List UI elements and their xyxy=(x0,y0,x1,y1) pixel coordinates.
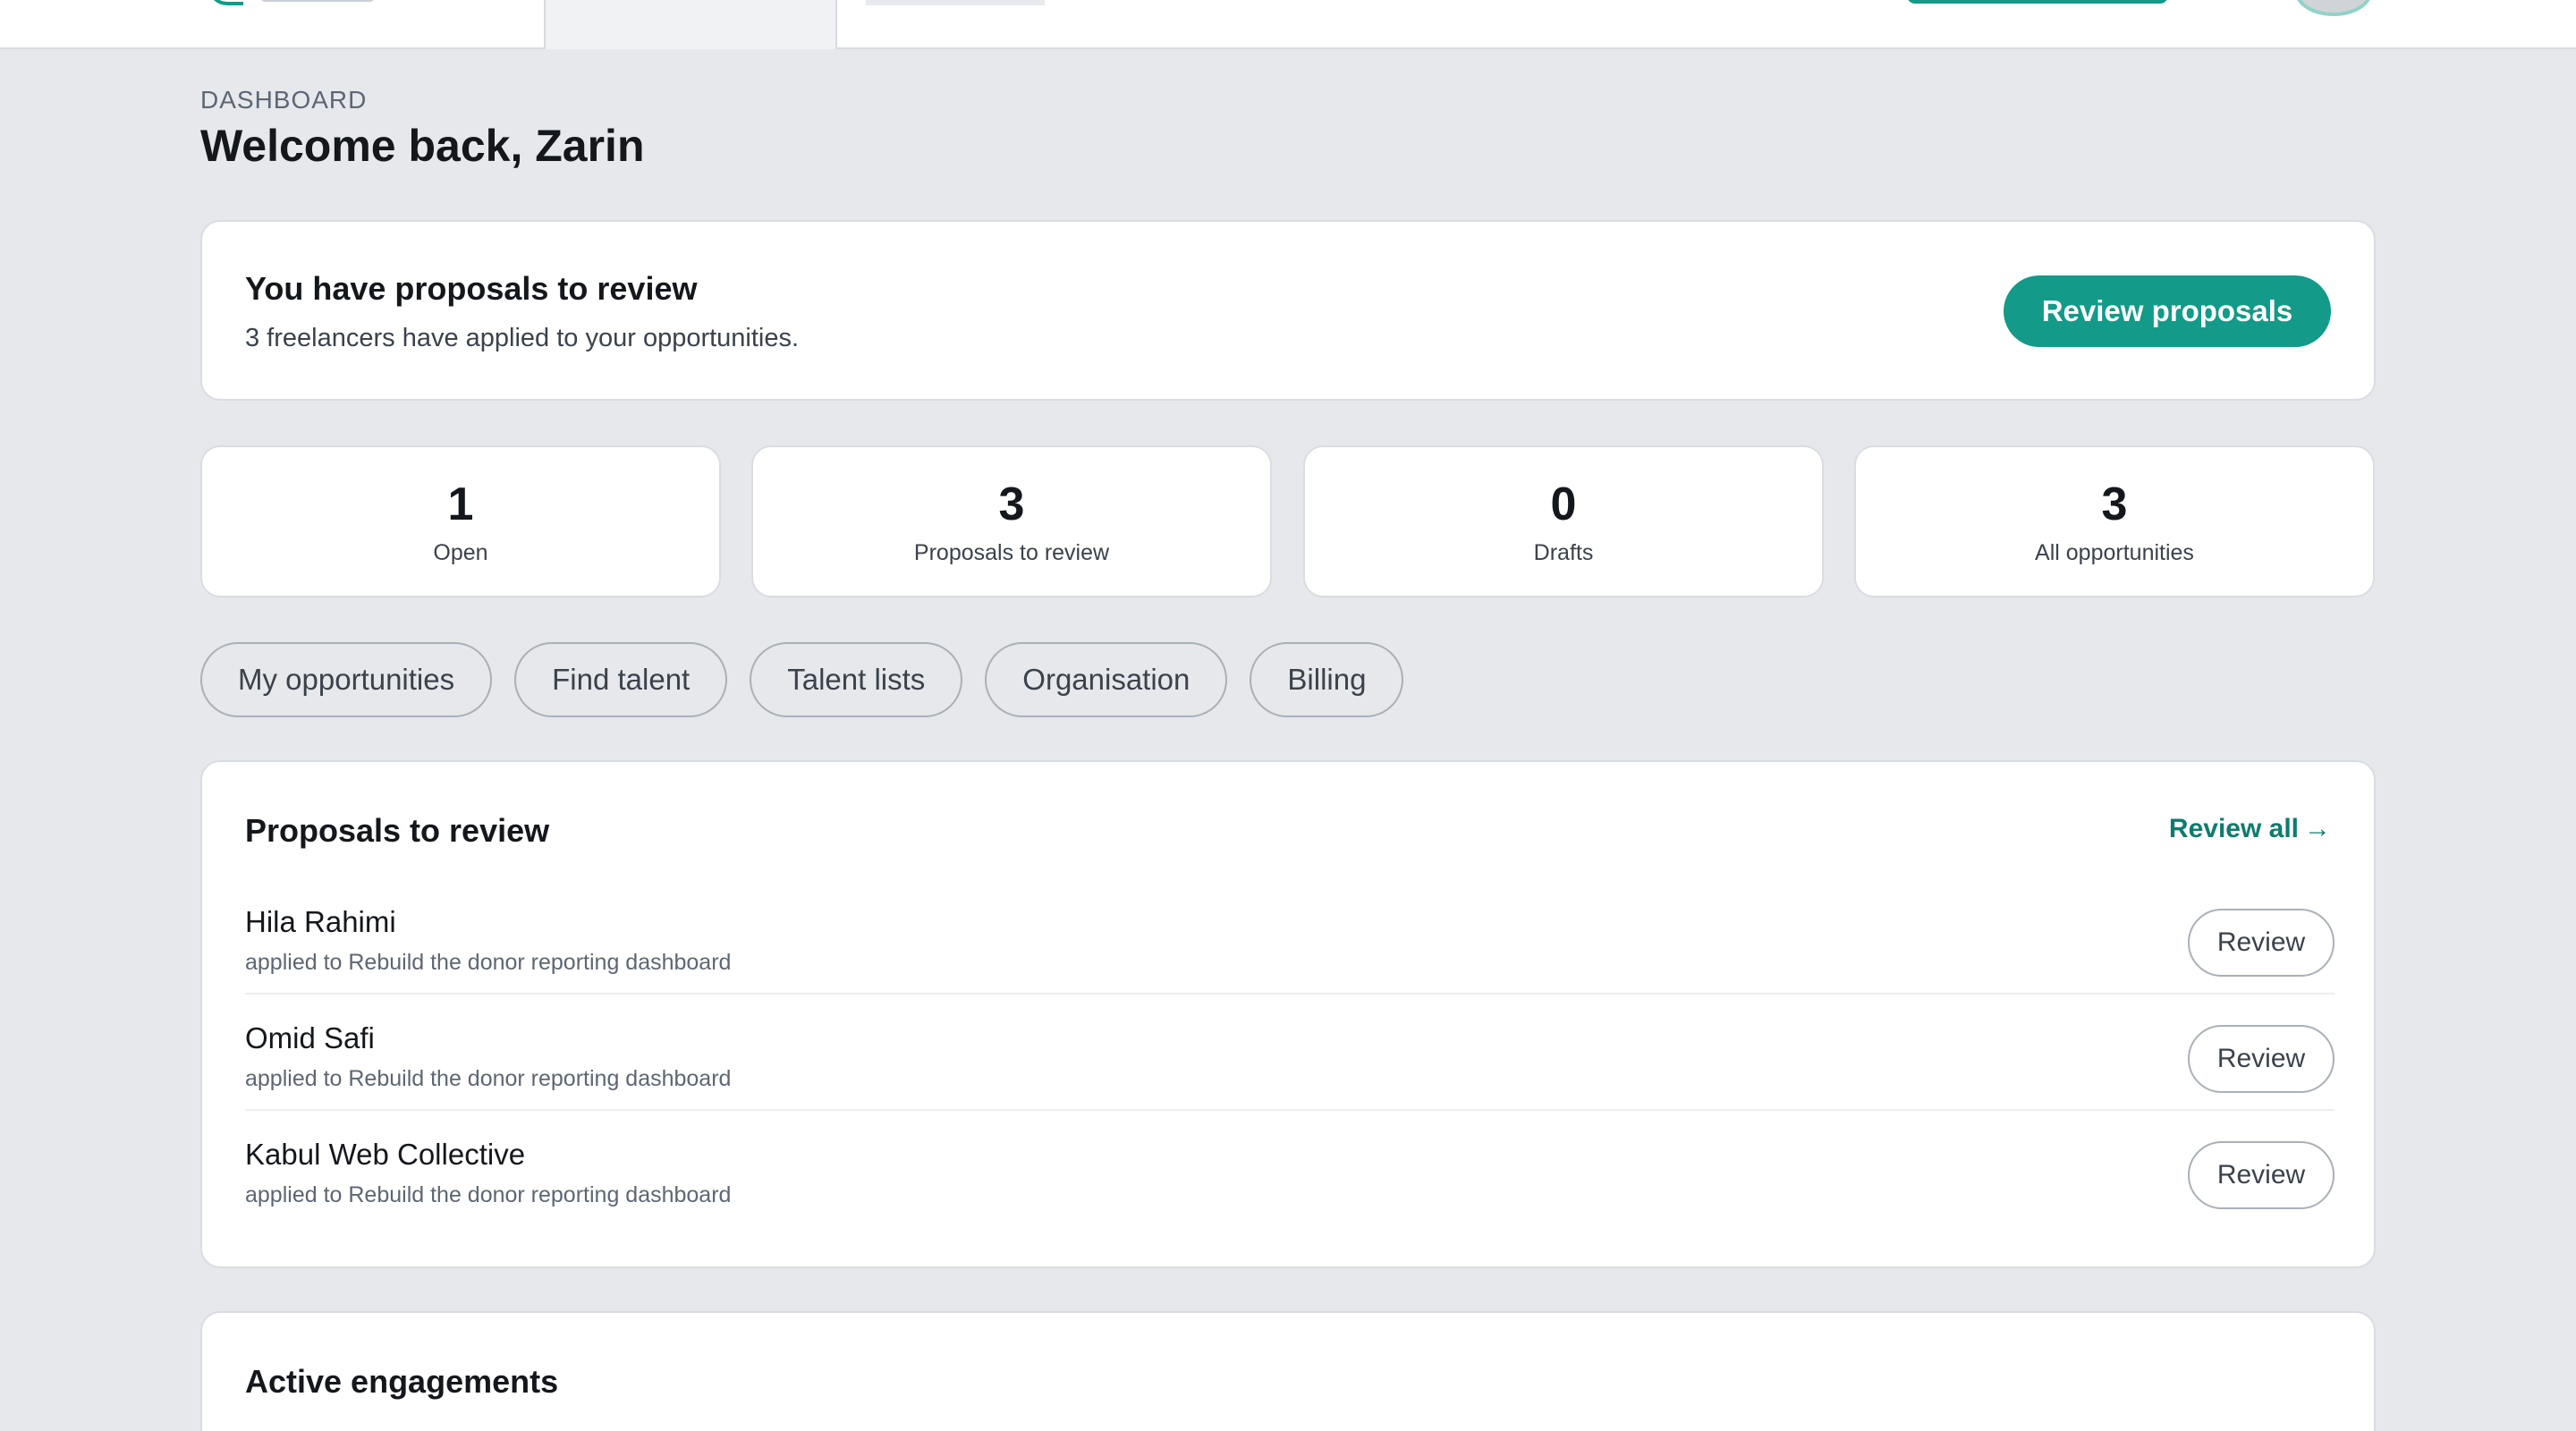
stat-label: Proposals to review xyxy=(913,540,1110,565)
stat-value: 0 xyxy=(1550,478,1577,530)
review-all-label: Review all xyxy=(2168,814,2299,843)
section-title: Proposals to review xyxy=(245,812,550,849)
nav-search-field[interactable] xyxy=(866,0,1045,5)
proposal-meta: applied to Rebuild the donor reporting d… xyxy=(245,950,732,975)
quick-links: My opportunities Find talent Talent list… xyxy=(200,642,1404,717)
proposal-name: Hila Rahimi xyxy=(245,905,396,938)
stat-card-proposals[interactable]: 3 Proposals to review xyxy=(751,445,1272,597)
review-button[interactable]: Review xyxy=(2188,909,2334,977)
stat-card-drafts[interactable]: 0 Drafts xyxy=(1303,445,1824,597)
section-title: Active engagements xyxy=(245,1363,559,1400)
logo-icon[interactable] xyxy=(208,0,243,5)
stat-value: 3 xyxy=(998,478,1025,530)
proposal-name: Omid Safi xyxy=(245,1021,375,1054)
top-nav-bar xyxy=(0,0,2576,49)
stat-label: Open xyxy=(433,540,488,565)
dashboard-page: DASHBOARD Welcome back, Zarin You have p… xyxy=(0,0,2576,1431)
proposals-banner: You have proposals to review 3 freelance… xyxy=(200,220,2376,401)
stat-card-open[interactable]: 1 Open xyxy=(200,445,721,597)
list-item: Kabul Web Collective applied to Rebuild … xyxy=(245,1111,2334,1227)
logo-wordmark[interactable] xyxy=(259,0,376,2)
review-proposals-button[interactable]: Review proposals xyxy=(2004,275,2331,347)
pill-organisation[interactable]: Organisation xyxy=(985,642,1228,717)
banner-title: You have proposals to review xyxy=(245,270,698,307)
list-item: Hila Rahimi applied to Rebuild the donor… xyxy=(245,878,2334,995)
stat-card-all-opportunities[interactable]: 3 All opportunities xyxy=(1854,445,2375,597)
nav-item-active[interactable] xyxy=(544,0,837,49)
review-all-link[interactable]: Review all → xyxy=(2169,814,2331,844)
proposal-meta: applied to Rebuild the donor reporting d… xyxy=(245,1066,732,1091)
pill-my-opportunities[interactable]: My opportunities xyxy=(200,642,493,717)
review-button[interactable]: Review xyxy=(2188,1141,2334,1209)
stat-value: 1 xyxy=(447,478,474,530)
engagements-section: Active engagements xyxy=(200,1311,2376,1431)
post-opportunity-button[interactable] xyxy=(1907,0,2168,4)
stat-label: All opportunities xyxy=(2035,540,2194,565)
stat-value: 3 xyxy=(2101,478,2128,530)
proposals-section: Proposals to review Review all → Hila Rah… xyxy=(200,760,2376,1268)
review-button[interactable]: Review xyxy=(2188,1025,2334,1093)
proposal-meta: applied to Rebuild the donor reporting d… xyxy=(245,1182,732,1207)
pill-billing[interactable]: Billing xyxy=(1250,642,1404,717)
list-item: Omid Safi applied to Rebuild the donor r… xyxy=(245,995,2334,1111)
proposal-name: Kabul Web Collective xyxy=(245,1138,526,1171)
page-eyebrow: DASHBOARD xyxy=(200,86,368,114)
arrow-right-icon: → xyxy=(2304,814,2331,843)
banner-subtitle: 3 freelancers have applied to your oppor… xyxy=(245,324,800,352)
pill-find-talent[interactable]: Find talent xyxy=(514,642,728,717)
stat-label: Drafts xyxy=(1533,540,1594,565)
page-title: Welcome back, Zarin xyxy=(200,121,645,171)
pill-talent-lists[interactable]: Talent lists xyxy=(750,642,963,717)
avatar[interactable] xyxy=(2295,0,2372,16)
